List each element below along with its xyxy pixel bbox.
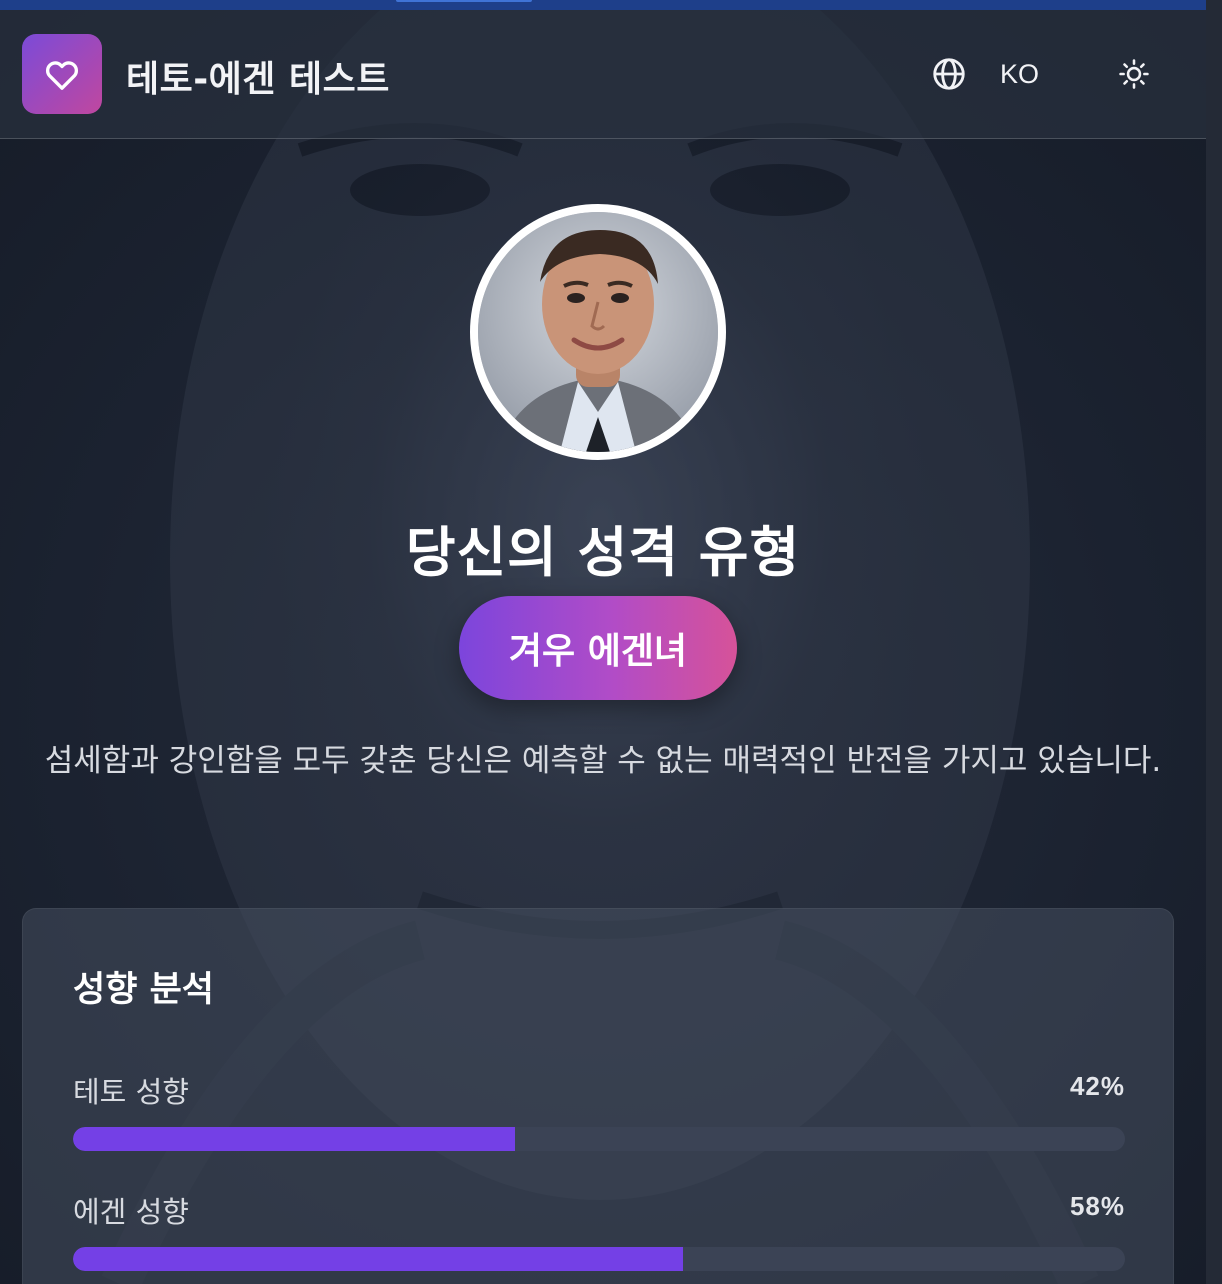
trait-percent: 58% [1069,1191,1125,1221]
progress-fill [73,1127,515,1151]
browser-top-strip [0,0,1206,10]
language-label: KO [1000,58,1040,89]
globe-icon [933,58,965,90]
trait-label: 테토 성향 [73,1075,189,1109]
progress-fill [73,1247,684,1271]
app-logo[interactable] [22,34,102,114]
heart-icon [46,61,78,90]
theme-toggle-button[interactable] [1114,54,1154,94]
progress-track [73,1127,1125,1151]
active-tab-indicator [396,0,532,2]
progress-track [73,1247,1125,1271]
result-description: 섬세함과 강인함을 모두 갖춘 당신은 예측할 수 없는 매력적인 반전을 가지… [44,743,1162,779]
app-title: 테토-에겐 테스트 [126,59,390,100]
sun-icon [1119,59,1149,89]
avatar-portrait [478,212,718,452]
scrollbar[interactable] [1206,0,1222,1284]
trait-label: 에겐 성향 [73,1195,189,1229]
analysis-title: 성향 분석 [73,970,214,1010]
personality-type-badge: 겨우 에겐녀 [459,596,737,700]
language-selector[interactable]: KO [930,54,1039,94]
result-avatar [470,204,726,460]
result-heading: 당신의 성격 유형 [405,521,801,584]
app-header: 테토-에겐 테스트 KO [0,10,1206,139]
trait-percent: 42% [1069,1071,1125,1101]
result-page: 테토-에겐 테스트 KO 당신의 성격 유형 겨우 에겐녀 섬세함과 강인함을 … [0,0,1222,1284]
analysis-card: 성향 분석 테토 성향 42% 에겐 성향 58% [22,908,1174,1284]
